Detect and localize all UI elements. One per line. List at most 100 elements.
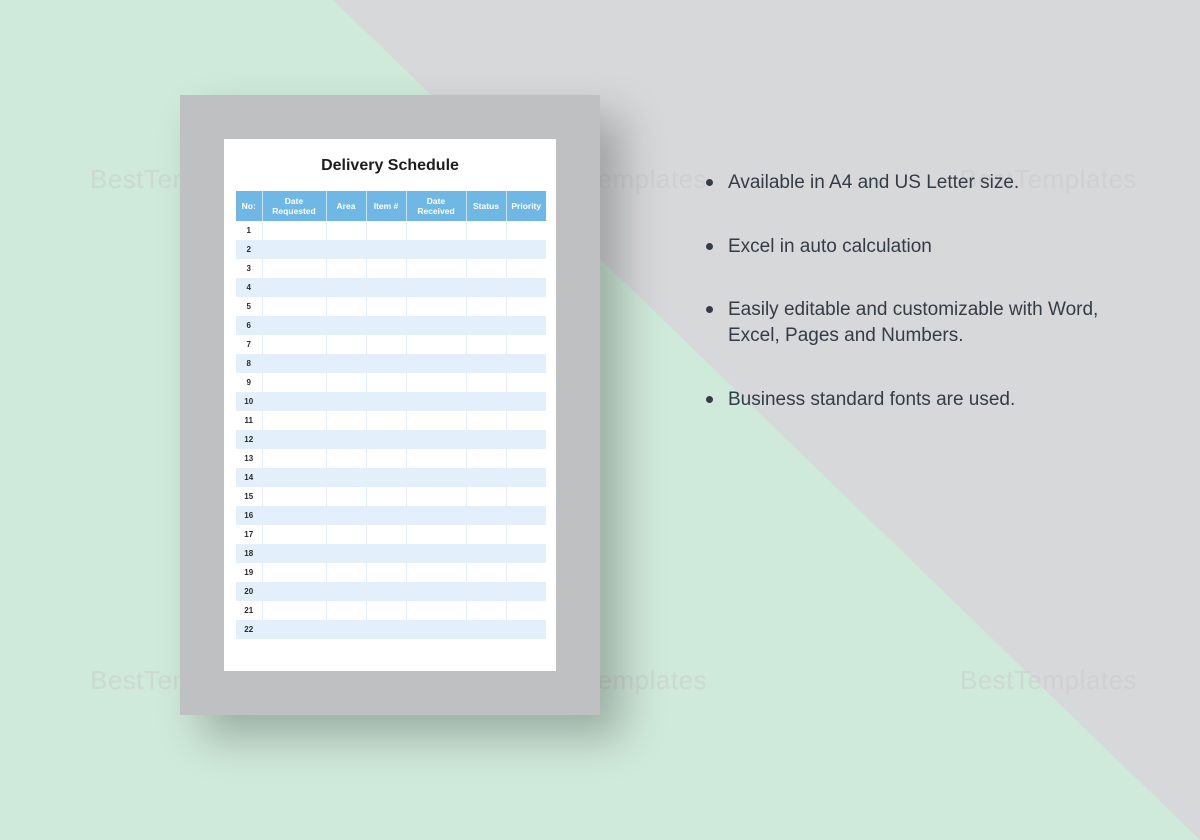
table-cell <box>262 430 326 449</box>
feature-list: Available in A4 and US Letter size. Exce… <box>700 170 1130 450</box>
row-number: 1 <box>236 221 262 240</box>
table-cell <box>366 335 406 354</box>
table-cell <box>366 278 406 297</box>
table-cell <box>506 278 546 297</box>
row-number: 19 <box>236 563 262 582</box>
table-cell <box>406 335 466 354</box>
table-cell <box>466 468 506 487</box>
table-cell <box>326 563 366 582</box>
table-cell <box>466 487 506 506</box>
table-cell <box>262 544 326 563</box>
table-cell <box>466 411 506 430</box>
table-cell <box>506 563 546 582</box>
table-cell <box>366 316 406 335</box>
table-cell <box>466 240 506 259</box>
table-row: 17 <box>236 525 546 544</box>
table-cell <box>262 601 326 620</box>
table-row: 5 <box>236 297 546 316</box>
table-cell <box>466 316 506 335</box>
table-cell <box>326 335 366 354</box>
feature-item: Available in A4 and US Letter size. <box>700 170 1130 196</box>
table-cell <box>406 221 466 240</box>
table-cell <box>262 487 326 506</box>
table-cell <box>366 354 406 373</box>
row-number: 7 <box>236 335 262 354</box>
table-cell <box>326 449 366 468</box>
table-cell <box>262 411 326 430</box>
row-number: 22 <box>236 620 262 639</box>
table-cell <box>466 354 506 373</box>
table-cell <box>326 354 366 373</box>
table-cell <box>326 259 366 278</box>
feature-item: Easily editable and customizable with Wo… <box>700 297 1130 348</box>
template-sheet: Delivery Schedule No: Date Requested Are… <box>224 139 556 671</box>
table-row: 19 <box>236 563 546 582</box>
row-number: 3 <box>236 259 262 278</box>
table-cell <box>466 544 506 563</box>
feature-item: Excel in auto calculation <box>700 234 1130 260</box>
table-cell <box>506 449 546 468</box>
col-header-date-requested: Date Requested <box>262 191 326 221</box>
table-row: 22 <box>236 620 546 639</box>
table-cell <box>262 297 326 316</box>
table-cell <box>406 506 466 525</box>
table-cell <box>366 392 406 411</box>
table-cell <box>366 563 406 582</box>
table-cell <box>406 582 466 601</box>
table-cell <box>506 620 546 639</box>
table-cell <box>326 601 366 620</box>
table-cell <box>466 373 506 392</box>
table-cell <box>406 354 466 373</box>
row-number: 11 <box>236 411 262 430</box>
table-cell <box>506 411 546 430</box>
table-row: 12 <box>236 430 546 449</box>
table-cell <box>406 544 466 563</box>
table-cell <box>506 601 546 620</box>
table-cell <box>326 316 366 335</box>
table-row: 4 <box>236 278 546 297</box>
table-row: 14 <box>236 468 546 487</box>
row-number: 10 <box>236 392 262 411</box>
table-cell <box>262 373 326 392</box>
table-cell <box>262 506 326 525</box>
table-cell <box>366 449 406 468</box>
col-header-date-received: Date Received <box>406 191 466 221</box>
table-cell <box>506 544 546 563</box>
row-number: 16 <box>236 506 262 525</box>
table-row: 2 <box>236 240 546 259</box>
table-cell <box>326 525 366 544</box>
table-cell <box>366 506 406 525</box>
col-header-status: Status <box>466 191 506 221</box>
table-cell <box>406 297 466 316</box>
table-row: 7 <box>236 335 546 354</box>
table-cell <box>326 430 366 449</box>
table-cell <box>406 601 466 620</box>
table-cell <box>506 259 546 278</box>
table-row: 18 <box>236 544 546 563</box>
table-cell <box>466 620 506 639</box>
table-cell <box>326 278 366 297</box>
document-title: Delivery Schedule <box>236 157 544 175</box>
row-number: 4 <box>236 278 262 297</box>
table-cell <box>466 278 506 297</box>
table-row: 1 <box>236 221 546 240</box>
table-cell <box>326 544 366 563</box>
row-number: 21 <box>236 601 262 620</box>
table-cell <box>406 620 466 639</box>
table-cell <box>466 449 506 468</box>
table-cell <box>326 392 366 411</box>
col-header-area: Area <box>326 191 366 221</box>
table-cell <box>466 506 506 525</box>
table-cell <box>406 487 466 506</box>
row-number: 13 <box>236 449 262 468</box>
table-cell <box>506 392 546 411</box>
feature-item: Business standard fonts are used. <box>700 387 1130 413</box>
table-cell <box>506 297 546 316</box>
table-cell <box>406 392 466 411</box>
table-cell <box>406 525 466 544</box>
table-cell <box>366 468 406 487</box>
table-row: 3 <box>236 259 546 278</box>
table-cell <box>326 221 366 240</box>
table-cell <box>466 259 506 278</box>
table-cell <box>406 563 466 582</box>
